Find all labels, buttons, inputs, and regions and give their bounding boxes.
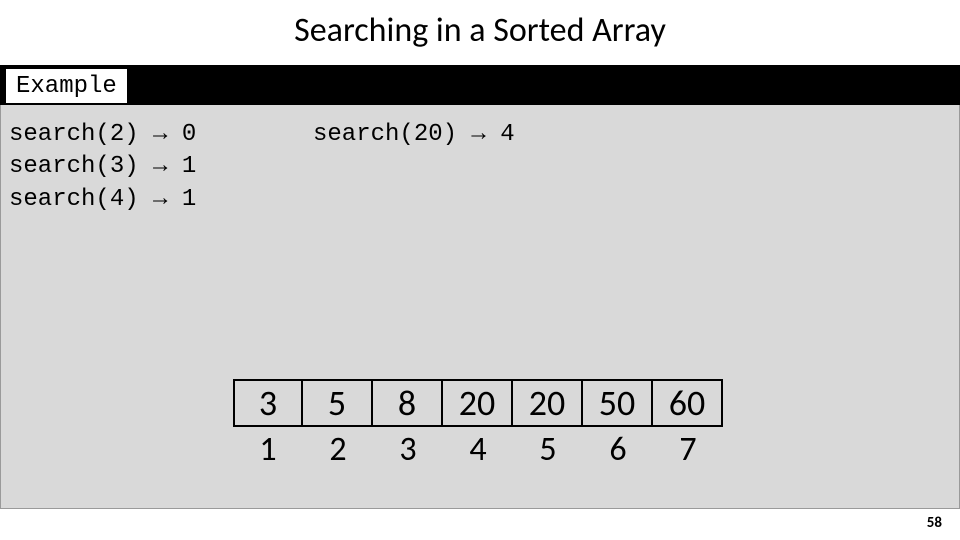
array-index: 6 — [583, 427, 653, 471]
array-index: 3 — [373, 427, 443, 471]
array-cell: 5 — [303, 379, 373, 427]
content-area: search(2) → 0 search(3) → 1 search(4) → … — [0, 105, 960, 509]
array-index: 1 — [233, 427, 303, 471]
array-cell: 20 — [513, 379, 583, 427]
array-diagram: 3 5 8 20 20 50 60 1 2 3 4 5 6 7 — [233, 379, 723, 471]
array-index: 7 — [653, 427, 723, 471]
array-index: 2 — [303, 427, 373, 471]
array-cell: 3 — [233, 379, 303, 427]
search-calls-right: search(20) → 4 — [313, 119, 515, 151]
array-values-row: 3 5 8 20 20 50 60 — [233, 379, 723, 427]
array-cell: 50 — [583, 379, 653, 427]
example-bar: Example — [0, 65, 960, 105]
array-cell: 60 — [653, 379, 723, 427]
slide-title: Searching in a Sorted Array — [0, 0, 960, 65]
array-index: 4 — [443, 427, 513, 471]
array-indices-row: 1 2 3 4 5 6 7 — [233, 427, 723, 471]
array-cell: 20 — [443, 379, 513, 427]
array-cell: 8 — [373, 379, 443, 427]
page-number: 58 — [927, 514, 942, 532]
search-calls-left: search(2) → 0 search(3) → 1 search(4) → … — [9, 119, 196, 216]
array-index: 5 — [513, 427, 583, 471]
example-label: Example — [4, 67, 129, 103]
